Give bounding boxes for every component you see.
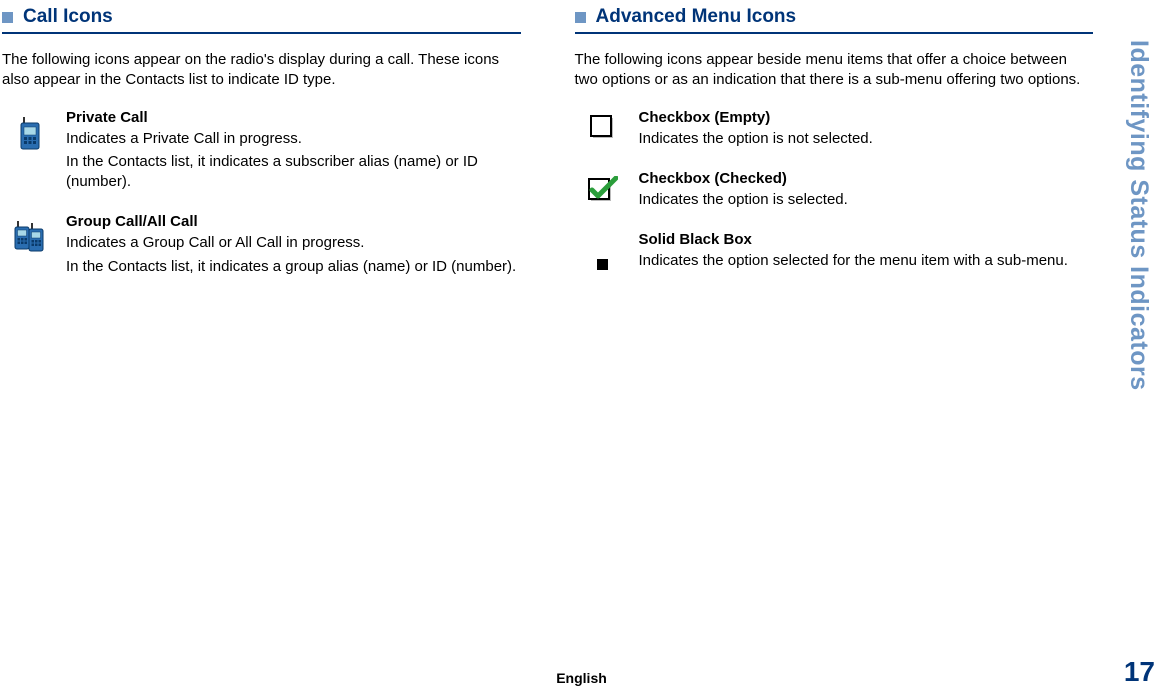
divider: [2, 32, 521, 34]
section-bullet-icon: [2, 12, 13, 23]
icon-entry-checkbox-checked: Checkbox (Checked) Indicates the option …: [575, 170, 1094, 213]
icon-entry-private-call: Private Call Indicates a Private Call in…: [2, 109, 521, 196]
entry-body: Group Call/All Call Indicates a Group Ca…: [66, 213, 521, 280]
entry-desc: Indicates the option is selected.: [639, 190, 1094, 210]
entry-body: Checkbox (Empty) Indicates the option is…: [639, 109, 1094, 152]
icon-entry-checkbox-empty: Checkbox (Empty) Indicates the option is…: [575, 109, 1094, 152]
section-header-advanced-menu: Advanced Menu Icons: [575, 6, 1094, 28]
entry-title: Solid Black Box: [639, 231, 1094, 248]
private-call-icon: [12, 109, 48, 151]
page-content: Call Icons The following icons appear on…: [0, 6, 1163, 298]
section-header-call-icons: Call Icons: [2, 6, 521, 28]
entry-desc: In the Contacts list, it indicates a gro…: [66, 257, 521, 277]
entry-body: Solid Black Box Indicates the option sel…: [639, 231, 1094, 274]
group-call-icon: [12, 213, 48, 255]
checkbox-checked-icon: [585, 170, 621, 204]
icon-entry-group-call: Group Call/All Call Indicates a Group Ca…: [2, 213, 521, 280]
entry-title: Group Call/All Call: [66, 213, 521, 230]
page-number: 17: [1124, 656, 1155, 688]
checkbox-empty-icon: [585, 109, 621, 141]
entry-title: Checkbox (Checked): [639, 170, 1094, 187]
section-title: Advanced Menu Icons: [596, 6, 797, 28]
divider: [575, 32, 1094, 34]
right-column: Advanced Menu Icons The following icons …: [575, 6, 1094, 298]
entry-body: Private Call Indicates a Private Call in…: [66, 109, 521, 196]
section-intro: The following icons appear beside menu i…: [575, 50, 1094, 91]
entry-desc: Indicates the option is not selected.: [639, 129, 1094, 149]
entry-desc: Indicates the option selected for the me…: [639, 251, 1094, 271]
side-tab: Identifying Status Indicators: [1124, 40, 1153, 391]
entry-desc: In the Contacts list, it indicates a sub…: [66, 152, 521, 193]
icon-entry-solid-black-box: Solid Black Box Indicates the option sel…: [575, 231, 1094, 274]
left-column: Call Icons The following icons appear on…: [2, 6, 521, 298]
solid-black-box-icon: [585, 231, 621, 270]
entry-desc: Indicates a Group Call or All Call in pr…: [66, 233, 521, 253]
language-label: English: [556, 670, 607, 686]
section-title: Call Icons: [23, 6, 113, 28]
entry-title: Private Call: [66, 109, 521, 126]
entry-body: Checkbox (Checked) Indicates the option …: [639, 170, 1094, 213]
entry-desc: Indicates a Private Call in progress.: [66, 129, 521, 149]
entry-title: Checkbox (Empty): [639, 109, 1094, 126]
section-intro: The following icons appear on the radio'…: [2, 50, 521, 91]
section-bullet-icon: [575, 12, 586, 23]
